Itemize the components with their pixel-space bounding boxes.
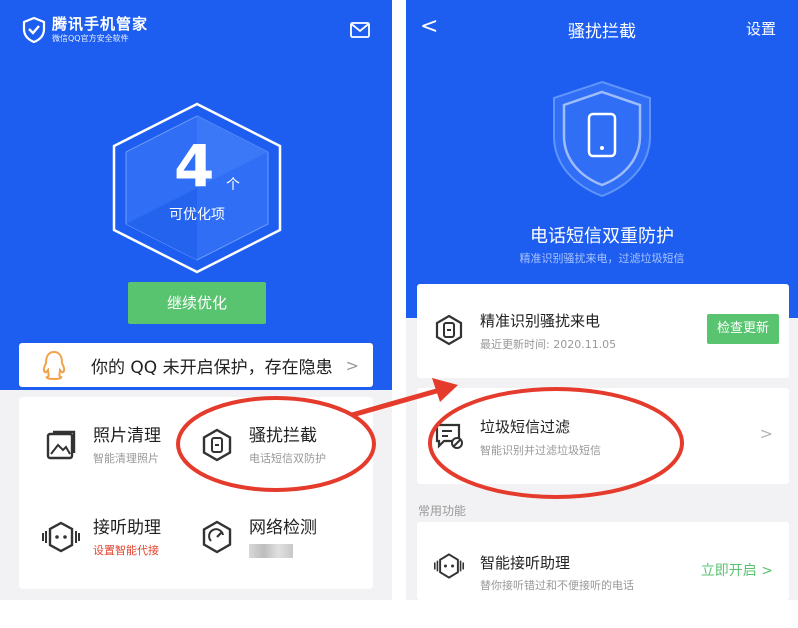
feature-call-assistant[interactable]: 接听助理 设置智能代接 [41,517,161,558]
hero-title: 电话短信双重防护 [530,226,674,247]
right-screen: < 骚扰拦截 设置 电话短信双重防护 精准识别骚扰来电，过滤垃圾短信 精准识别骚… [406,0,798,600]
feature-harass-block[interactable]: 骚扰拦截 电话短信双防护 [197,425,326,466]
page-title: 骚扰拦截 [568,22,636,42]
network-icon [197,517,237,557]
app-logo: 腾讯手机管家 微信QQ官方安全软件 [22,16,148,44]
optimize-hexagon[interactable]: 4 个 可优化项 [112,102,282,274]
call-block-icon [433,314,465,346]
shield-logo-icon [22,17,46,43]
card-title: 精准识别骚扰来电 [480,312,601,330]
app-title: 腾讯手机管家 [52,15,149,33]
card-title: 智能接听助理 [480,554,571,572]
card-sms-filter[interactable]: 垃圾短信过滤 智能识别并过滤垃圾短信 > [417,388,789,484]
continue-optimize-button[interactable]: 继续优化 [128,282,266,324]
chevron-right-icon: > [759,424,773,443]
card-title: 垃圾短信过滤 [480,418,571,436]
card-subtitle: 智能识别并过滤垃圾短信 [480,444,601,457]
feature-subtitle: 电话短信双防护 [249,452,326,465]
feature-network-check[interactable]: 网络检测 [197,517,317,558]
optimize-count: 4 [174,132,215,200]
qq-warning-text: 你的 QQ 未开启保护，存在隐患 [91,357,333,378]
hero-subtitle: 精准识别骚扰来电，过滤垃圾短信 [519,252,685,265]
settings-button[interactable]: 设置 [746,18,776,39]
card-subtitle: 替你接听错过和不便接听的电话 [480,579,634,592]
qq-penguin-icon [37,350,71,380]
shield-phone-icon [548,78,656,204]
feature-subtitle: 设置智能代接 [93,544,159,557]
feature-title: 接听助理 [93,518,161,538]
optimize-label: 可优化项 [169,207,225,223]
card-call-identify: 精准识别骚扰来电 最近更新时间: 2020.11.05 检查更新 [417,284,789,378]
robot-icon [433,550,465,582]
blurred-status [249,544,293,558]
robot-icon [41,517,81,557]
section-label: 常用功能 [418,504,467,518]
enable-now-link[interactable]: 立即开启 > [701,560,773,580]
photo-icon [41,425,81,465]
feature-photo-clean[interactable]: 照片清理 智能清理照片 [41,425,161,466]
check-update-button[interactable]: 检查更新 [707,314,779,344]
left-screen: 腾讯手机管家 微信QQ官方安全软件 4 个 可优化项 继续优化 你的 QQ 未开… [0,0,392,600]
card-subtitle: 最近更新时间: 2020.11.05 [480,338,617,351]
app-subtitle: 微信QQ官方安全软件 [52,34,129,43]
sms-filter-icon [433,420,465,452]
chevron-right-icon: > [345,355,359,375]
block-icon [197,425,237,465]
optimize-unit: 个 [226,177,240,193]
mail-icon[interactable] [350,22,370,42]
feature-subtitle: 智能清理照片 [93,452,159,465]
feature-title: 照片清理 [93,426,161,446]
card-call-assistant[interactable]: 智能接听助理 替你接听错过和不便接听的电话 立即开启 > [417,522,789,600]
feature-grid: 照片清理 智能清理照片 骚扰拦截 电话短信双防护 接听助理 设置智能代接 网络检… [19,397,373,589]
feature-title: 网络检测 [249,518,317,538]
feature-title: 骚扰拦截 [249,426,317,446]
qq-warning-bar[interactable]: 你的 QQ 未开启保护，存在隐患 > [19,343,373,387]
